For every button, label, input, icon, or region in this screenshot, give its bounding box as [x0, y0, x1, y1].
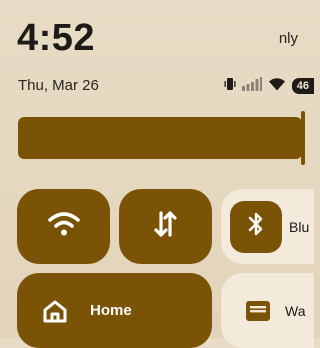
home-icon — [42, 299, 68, 323]
bluetooth-icon-box — [230, 200, 282, 253]
home-label: Home — [90, 302, 132, 319]
data-transfer-icon — [152, 207, 180, 246]
vibrate-icon — [224, 77, 236, 96]
home-tile[interactable]: Home — [17, 273, 212, 348]
data-transfer-tile[interactable] — [119, 189, 212, 264]
status-icons: 46 — [224, 76, 314, 96]
battery-indicator: 46 — [291, 78, 314, 94]
carrier-label: nly — [278, 30, 298, 47]
signal-icon — [241, 76, 262, 96]
wifi-status-icon — [268, 77, 286, 96]
bluetooth-icon — [248, 211, 264, 242]
wallet-icon — [245, 300, 271, 322]
wallet-label: Wa — [285, 302, 306, 319]
wifi-icon — [47, 211, 81, 242]
wifi-tile[interactable] — [17, 189, 110, 264]
bluetooth-label: Blu — [289, 218, 310, 235]
clock: 4:52 — [17, 17, 96, 59]
date-label: Thu, Mar 26 — [18, 77, 99, 94]
brightness-handle-wrap — [18, 111, 314, 165]
brightness-handle[interactable] — [301, 111, 305, 165]
wallet-tile[interactable]: Wa — [221, 273, 314, 348]
bluetooth-tile[interactable]: Blu — [221, 189, 314, 264]
